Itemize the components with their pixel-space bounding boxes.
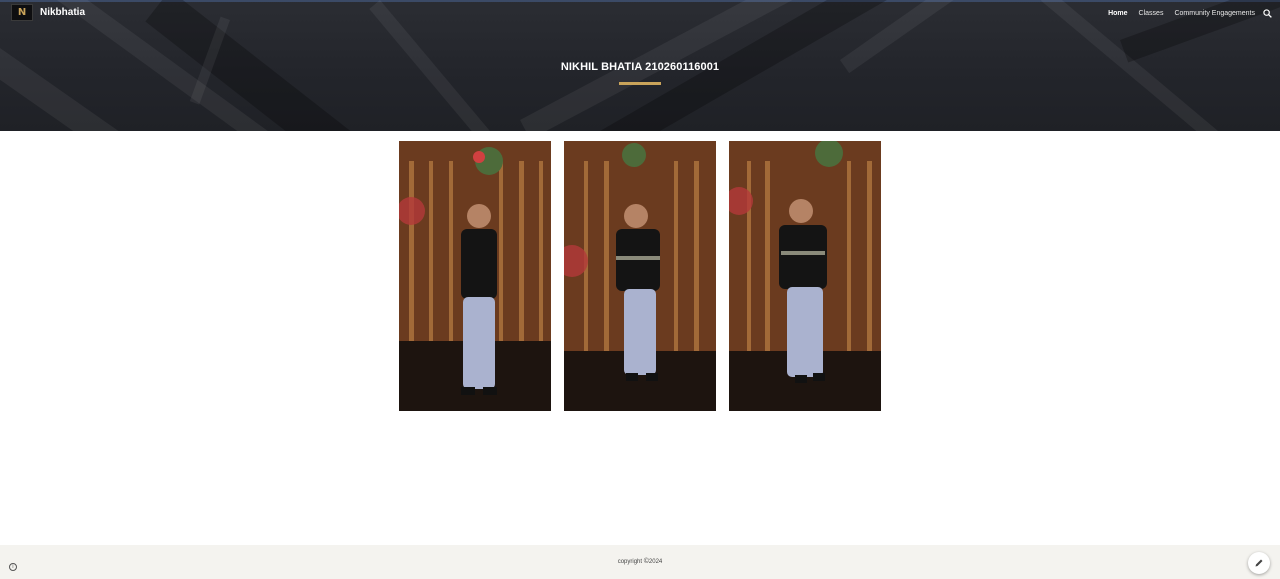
- title-underline: [619, 82, 661, 85]
- search-icon[interactable]: [1263, 9, 1272, 18]
- site-logo[interactable]: N: [11, 4, 33, 21]
- gallery-photo-2[interactable]: [564, 141, 716, 411]
- logo-letter: N: [17, 7, 27, 18]
- gallery-photo-1[interactable]: [399, 141, 551, 411]
- copyright-prefix: copyright: [617, 559, 643, 565]
- footer: i copyright ©2024: [0, 545, 1280, 579]
- pencil-icon[interactable]: [1248, 552, 1270, 574]
- copyright-text: copyright ©2024: [0, 558, 1280, 565]
- nav-item-home[interactable]: Home: [1108, 10, 1127, 17]
- page-title: NIKHIL BHATIA 210260116001: [560, 61, 720, 73]
- top-nav: Home Classes Community Engagements: [1097, 9, 1272, 18]
- copyright-year: 2024: [648, 559, 663, 565]
- brand[interactable]: N Nikbhatia: [11, 4, 85, 21]
- top-accent-line: [0, 0, 1280, 2]
- site-name[interactable]: Nikbhatia: [40, 7, 85, 18]
- hero-banner: N Nikbhatia Home Classes Community Engag…: [0, 0, 1280, 131]
- nav-item-community-engagements[interactable]: Community Engagements: [1174, 10, 1255, 17]
- nav-item-classes[interactable]: Classes: [1139, 10, 1164, 17]
- gallery-photo-3[interactable]: [729, 141, 881, 411]
